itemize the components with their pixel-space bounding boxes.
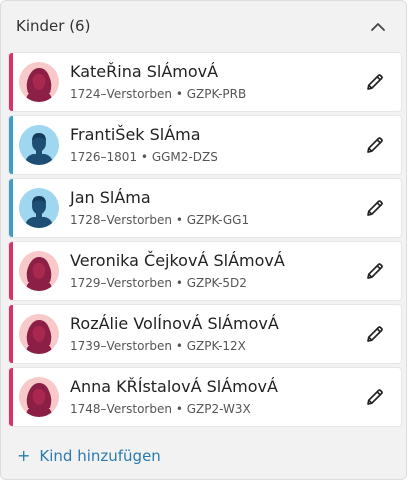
child-card[interactable]: Jan SlÁma 1728–Verstorben • GZPK-GG1 — [9, 179, 401, 237]
meta-separator: • — [175, 213, 183, 227]
sex-indicator-stripe — [9, 116, 13, 174]
person-meta: 1724–Verstorben • GZPK-PRB — [70, 87, 246, 101]
meta-separator: • — [175, 87, 183, 101]
collapse-button[interactable] — [366, 14, 390, 38]
person-lifespan: 1724–Verstorben — [70, 87, 172, 101]
person-lifespan: 1729–Verstorben — [70, 276, 172, 290]
person-meta: 1729–Verstorben • GZPK-5D2 — [70, 276, 247, 290]
plus-icon: + — [17, 446, 31, 465]
meta-separator: • — [175, 276, 183, 290]
person-meta: 1739–Verstorben • GZPK-12X — [70, 339, 246, 353]
panel-header[interactable]: Kinder (6) — [1, 1, 406, 51]
female-avatar-icon — [19, 314, 59, 354]
edit-button[interactable] — [363, 259, 387, 283]
pencil-icon — [367, 326, 383, 342]
panel-title: Kinder (6) — [16, 17, 91, 35]
meta-separator: • — [175, 339, 183, 353]
person-meta: 1748–Verstorben • GZP2-W3X — [70, 402, 251, 416]
person-name[interactable]: KateŘina SlÁmovÁ — [70, 62, 218, 81]
sex-indicator-stripe — [9, 305, 13, 363]
chevron-up-icon — [371, 22, 385, 31]
person-name[interactable]: Veronika ČejkovÁ SlÁmovÁ — [70, 251, 285, 270]
person-lifespan: 1728–Verstorben — [70, 213, 172, 227]
sex-indicator-stripe — [9, 53, 13, 111]
person-id: GZPK-PRB — [186, 87, 247, 101]
person-name[interactable]: Jan SlÁma — [70, 188, 151, 207]
person-meta: 1728–Verstorben • GZPK-GG1 — [70, 213, 249, 227]
male-avatar-icon — [19, 188, 59, 228]
person-meta: 1726–1801 • GGM2-DZS — [70, 150, 218, 164]
female-avatar-icon — [19, 62, 59, 102]
child-card[interactable]: KateŘina SlÁmovÁ 1724–Verstorben • GZPK-… — [9, 53, 401, 111]
person-id: GZPK-GG1 — [186, 213, 250, 227]
children-list: KateŘina SlÁmovÁ 1724–Verstorben • GZPK-… — [9, 53, 401, 431]
person-id: GGM2-DZS — [151, 150, 218, 164]
add-child-label: Kind hinzufügen — [39, 447, 161, 465]
pencil-icon — [367, 74, 383, 90]
edit-button[interactable] — [363, 196, 387, 220]
meta-separator: • — [175, 402, 183, 416]
person-lifespan: 1748–Verstorben — [70, 402, 172, 416]
edit-button[interactable] — [363, 322, 387, 346]
person-id: GZP2-W3X — [186, 402, 251, 416]
child-card[interactable]: FrantiŠek SlÁma 1726–1801 • GGM2-DZS — [9, 116, 401, 174]
female-avatar-icon — [19, 377, 59, 417]
child-card[interactable]: Anna KŘÍstalovÁ SlÁmovÁ 1748–Verstorben … — [9, 368, 401, 426]
add-child-button[interactable]: + Kind hinzufügen — [17, 447, 161, 465]
pencil-icon — [367, 200, 383, 216]
person-lifespan: 1726–1801 — [70, 150, 138, 164]
sex-indicator-stripe — [9, 179, 13, 237]
sex-indicator-stripe — [9, 368, 13, 426]
child-card[interactable]: Veronika ČejkovÁ SlÁmovÁ 1729–Verstorben… — [9, 242, 401, 300]
person-name[interactable]: Anna KŘÍstalovÁ SlÁmovÁ — [70, 377, 278, 396]
person-lifespan: 1739–Verstorben — [70, 339, 172, 353]
edit-button[interactable] — [363, 385, 387, 409]
pencil-icon — [367, 137, 383, 153]
pencil-icon — [367, 263, 383, 279]
person-name[interactable]: FrantiŠek SlÁma — [70, 125, 201, 144]
person-name[interactable]: RozÁlie VolÍnovÁ SlÁmovÁ — [70, 314, 279, 333]
child-card[interactable]: RozÁlie VolÍnovÁ SlÁmovÁ 1739–Verstorben… — [9, 305, 401, 363]
sex-indicator-stripe — [9, 242, 13, 300]
female-avatar-icon — [19, 251, 59, 291]
person-id: GZPK-12X — [186, 339, 246, 353]
person-id: GZPK-5D2 — [186, 276, 247, 290]
male-avatar-icon — [19, 125, 59, 165]
edit-button[interactable] — [363, 70, 387, 94]
edit-button[interactable] — [363, 133, 387, 157]
pencil-icon — [367, 389, 383, 405]
children-panel: Kinder (6) KateŘina SlÁmovÁ 1724–Verstor… — [0, 0, 407, 480]
meta-separator: • — [140, 150, 148, 164]
